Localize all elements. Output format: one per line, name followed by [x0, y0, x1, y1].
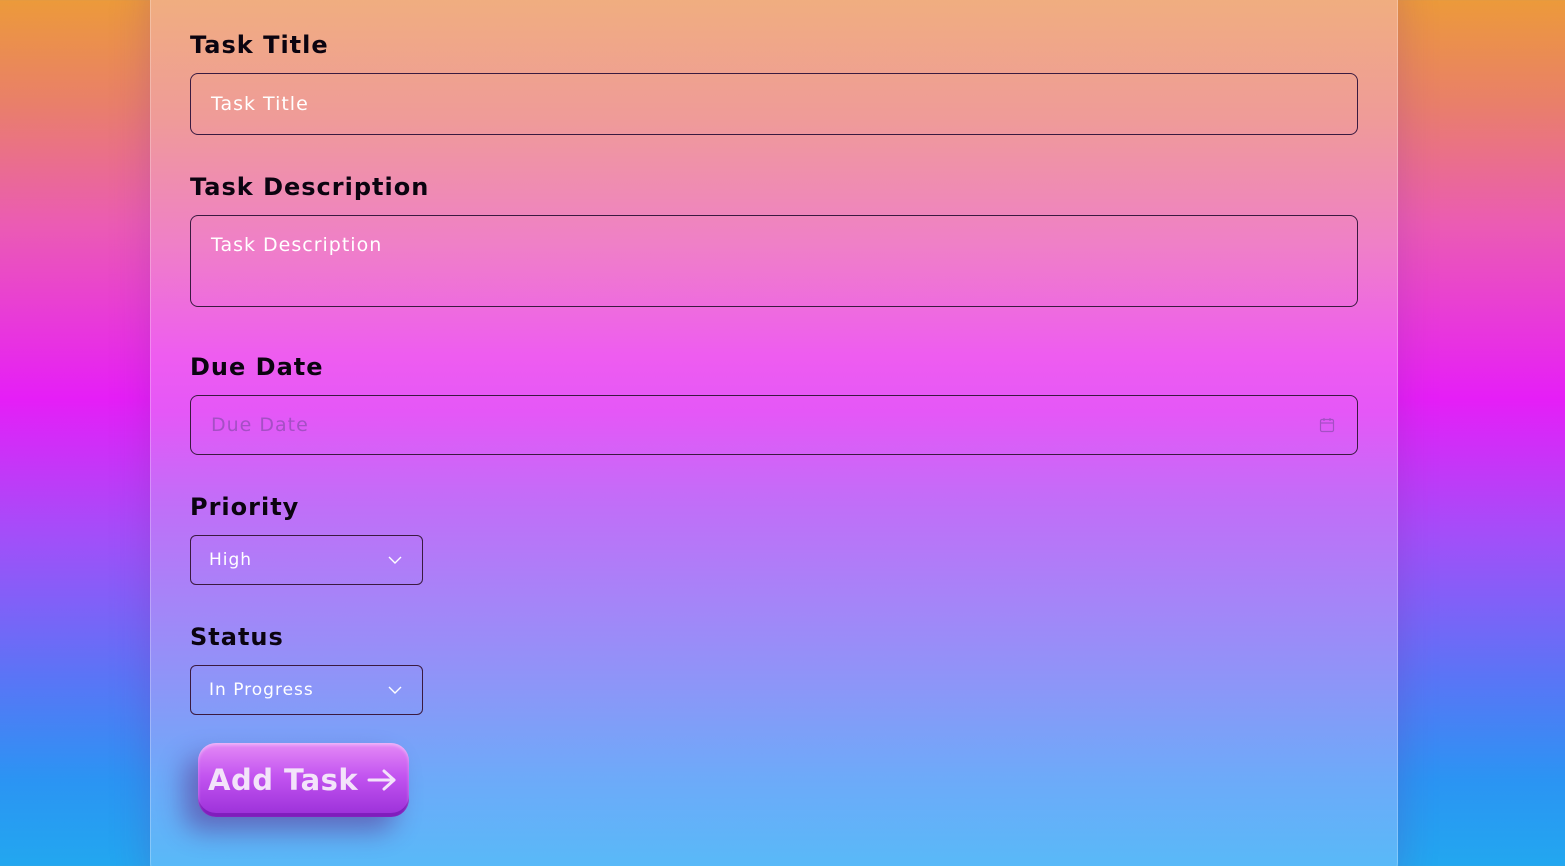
task-title-placeholder: Task Title [211, 93, 309, 115]
chevron-down-icon [388, 686, 402, 694]
status-selected-value: In Progress [209, 680, 314, 700]
status-select[interactable]: In Progress [190, 665, 423, 715]
add-task-button-label: Add Task [208, 763, 359, 797]
task-description-placeholder: Task Description [211, 234, 383, 256]
chevron-down-icon [388, 556, 402, 564]
due-date-input[interactable]: Due Date [190, 395, 1358, 455]
priority-select[interactable]: High [190, 535, 423, 585]
add-task-button[interactable]: Add Task [198, 743, 409, 817]
priority-selected-value: High [209, 550, 253, 570]
task-title-label: Task Title [190, 31, 329, 59]
due-date-label: Due Date [190, 353, 324, 381]
arrow-right-icon [367, 769, 396, 791]
task-description-textarea[interactable]: Task Description [190, 215, 1358, 307]
due-date-placeholder: Due Date [211, 414, 309, 436]
status-label: Status [190, 623, 284, 651]
priority-label: Priority [190, 493, 300, 521]
task-title-input[interactable]: Task Title [190, 73, 1358, 135]
task-description-label: Task Description [190, 173, 430, 201]
calendar-icon[interactable] [1319, 417, 1335, 433]
